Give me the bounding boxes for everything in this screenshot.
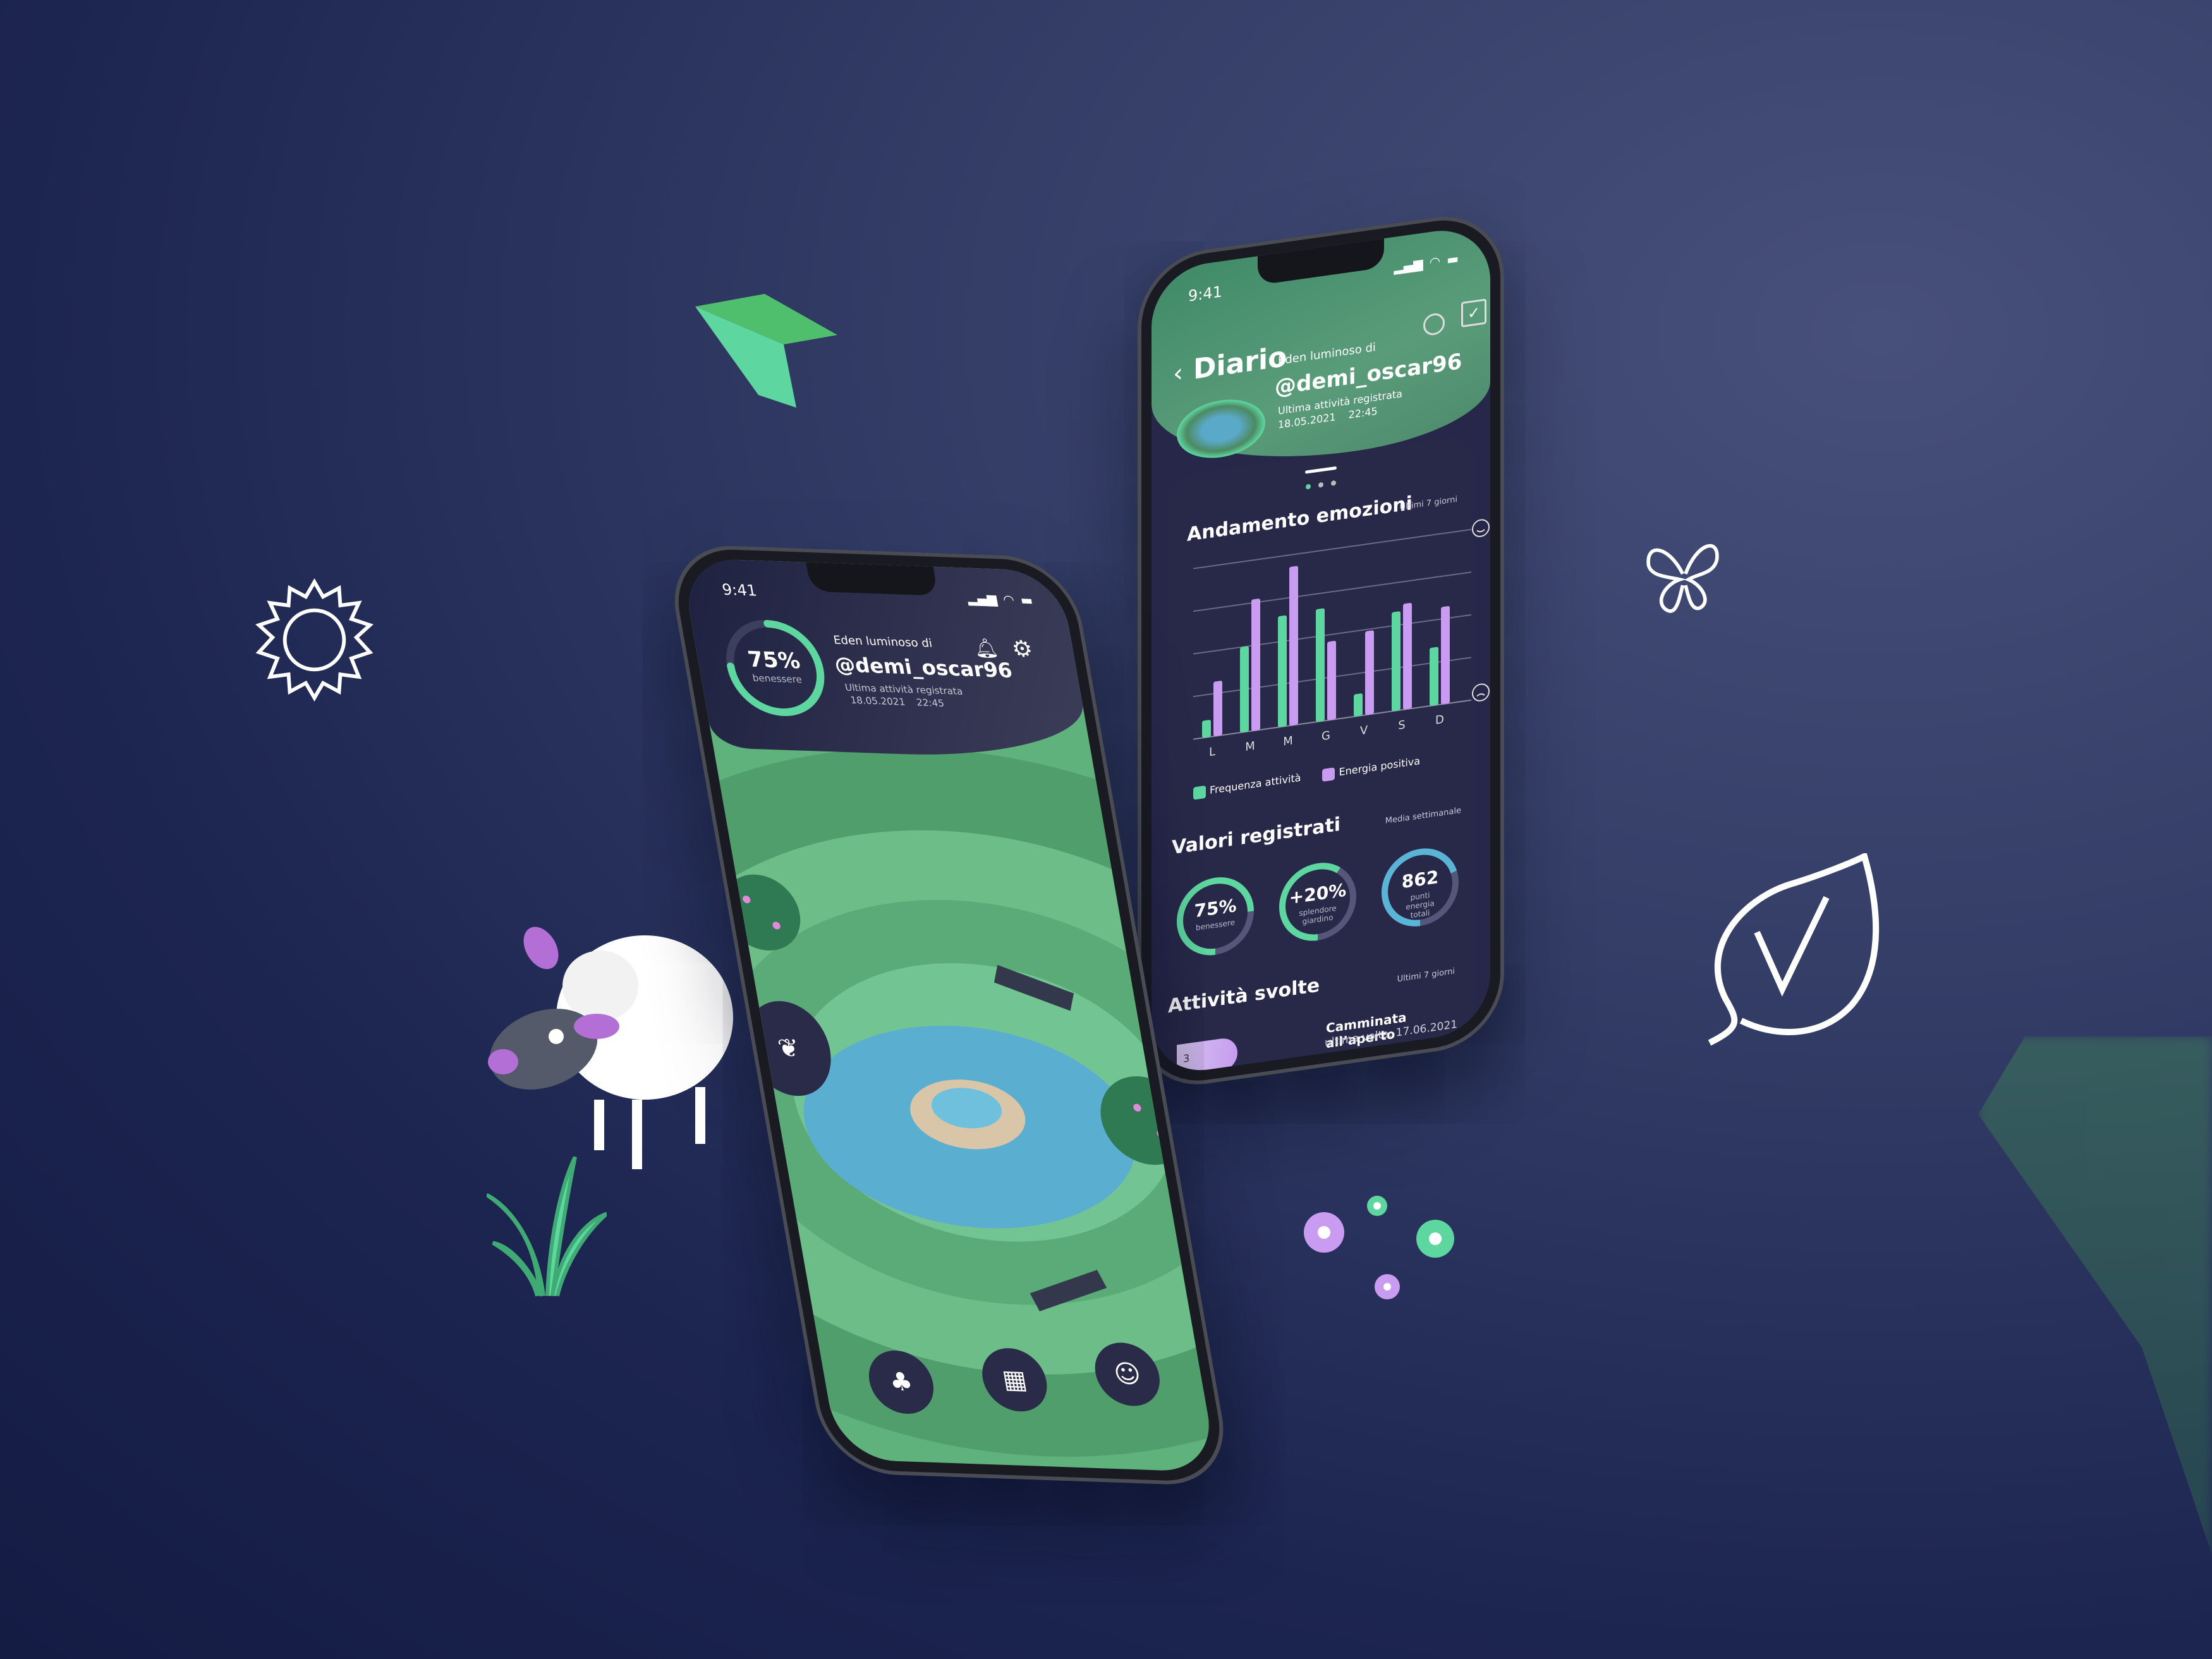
x-tick-label: S	[1398, 719, 1405, 733]
x-tick-label: L	[1209, 745, 1215, 759]
diary-card: Andamento emozioni Ultimi 7 giorni LMMGV…	[1168, 434, 1490, 1078]
value-ring[interactable]: 862 punti energia totali	[1379, 841, 1461, 934]
diary-phone: 9:41 ▂▄▆ ◠ ▬ ‹ Diario Eden luminoso di @de…	[1138, 207, 1504, 1093]
legend-label: Energia positiva	[1339, 755, 1421, 779]
bell-icon[interactable]: 🔔︎	[972, 637, 1000, 660]
activities-note: Ultimi 7 giorni	[1397, 966, 1455, 985]
legend-label: Frequenza attività	[1210, 771, 1301, 796]
diary-calendar-icon: ▦	[1000, 1364, 1030, 1395]
profile-icon: ☺	[1111, 1359, 1143, 1390]
bar-frequenza	[1354, 693, 1363, 717]
bar-energia	[1403, 602, 1412, 710]
plant-in-hand-icon: ❦	[775, 1033, 802, 1064]
garden-thumbnail[interactable]	[1177, 394, 1265, 464]
sad-face-icon	[1472, 683, 1490, 702]
battery-icon: ▬	[1447, 250, 1459, 268]
value-ring[interactable]: 75% benessere	[1174, 870, 1256, 963]
activities-title: Attività svolte	[1168, 974, 1320, 1018]
bar-energia	[1251, 599, 1260, 731]
blurred-leaf-shape	[1978, 1036, 2212, 1555]
x-tick-label: M	[1245, 739, 1255, 754]
bar-energia	[1213, 681, 1222, 736]
values-rings: 75% benessere +20% splendore giardino 862 pun…	[1168, 839, 1474, 976]
bar-frequenza	[1430, 647, 1438, 706]
activity-name: Tapis roulant	[1323, 1054, 1416, 1078]
leaf-check-icon	[1708, 853, 1880, 1046]
legend-swatch-green	[1193, 785, 1206, 800]
flowers-illustration	[1304, 1196, 1454, 1299]
back-button[interactable]: ‹	[1173, 358, 1183, 389]
bar-energia	[1327, 641, 1336, 720]
pagination-dot[interactable]	[1306, 483, 1311, 490]
mockup-scene: 9:41 ▂▄▆ ◠ ▬ ‹ Diario Eden luminoso di @de…	[0, 0, 2212, 1659]
pagination-dots	[1306, 480, 1336, 490]
bar-frequenza	[1240, 646, 1249, 732]
sheep-illustration	[488, 927, 733, 1169]
award-icon[interactable]	[1423, 312, 1445, 337]
emotions-bar-chart: L M M G V S D	[1193, 519, 1490, 759]
garden-tree-icon: ♣	[887, 1367, 916, 1397]
status-time: 9:41	[1188, 283, 1222, 305]
bar-frequenza	[1392, 611, 1401, 712]
activity-last: ultima volta: 10.06.2021	[1322, 1065, 1454, 1078]
gridline	[1193, 571, 1471, 612]
bar-frequenza	[1202, 720, 1211, 738]
drag-handle[interactable]	[1305, 466, 1337, 474]
calendar-check-icon[interactable]: ✓	[1461, 298, 1486, 328]
x-tick-label: G	[1322, 729, 1330, 743]
last-activity-time: 22:45	[915, 696, 945, 709]
bar-frequenza	[1278, 615, 1287, 727]
pagination-dot[interactable]	[1331, 480, 1336, 486]
leaf-3d-icon	[695, 294, 837, 408]
grass-illustration	[487, 1157, 607, 1297]
x-tick-label: V	[1360, 724, 1368, 738]
legend-item-energia: Energia positiva	[1322, 755, 1421, 782]
wifi-icon: ◠	[1002, 592, 1016, 607]
signal-icon: ▂▄▆	[1394, 255, 1423, 276]
wellbeing-value: 75%	[746, 647, 803, 674]
status-time: 9:41	[720, 580, 758, 600]
legend-swatch-purple	[1322, 767, 1335, 782]
diary-screen: 9:41 ▂▄▆ ◠ ▬ ‹ Diario Eden luminoso di @de…	[1152, 223, 1490, 1078]
bar-frequenza	[1316, 608, 1325, 722]
page-title: Diario	[1193, 340, 1287, 386]
wellbeing-ring[interactable]: 75% benessere	[715, 616, 835, 720]
butterfly-icon	[1646, 544, 1719, 613]
happy-face-icon	[1472, 519, 1490, 537]
last-activity-time: 22:45	[1348, 404, 1378, 422]
value-ring[interactable]: +20% splendore giardino	[1277, 855, 1359, 949]
x-tick-label: M	[1283, 734, 1293, 749]
wifi-icon: ◠	[1429, 253, 1441, 270]
sun-icon	[255, 578, 374, 702]
values-title: Valori registrati	[1172, 813, 1340, 860]
battery-icon: ▬	[1019, 592, 1034, 608]
gear-icon[interactable]: ⚙	[1010, 636, 1035, 662]
legend-item-frequenza: Frequenza attività	[1193, 771, 1301, 800]
eden-eyebrow: Eden luminoso di	[832, 633, 933, 650]
signal-icon: ▂▄▆	[966, 590, 999, 607]
activity-count-bar: 3	[1177, 1036, 1237, 1078]
bar-energia	[1289, 566, 1298, 726]
pagination-dot[interactable]	[1318, 482, 1323, 488]
values-note: Media settimanale	[1385, 806, 1461, 826]
bar-energia	[1441, 606, 1450, 705]
garden-header: 9:41 ▂▄▆ ◠ ▬ 75% benessere Eden luminoso d…	[680, 557, 1093, 761]
last-activity-date: 18.05.2021	[849, 694, 906, 708]
bar-energia	[1365, 630, 1374, 715]
x-tick-label: D	[1435, 713, 1444, 727]
